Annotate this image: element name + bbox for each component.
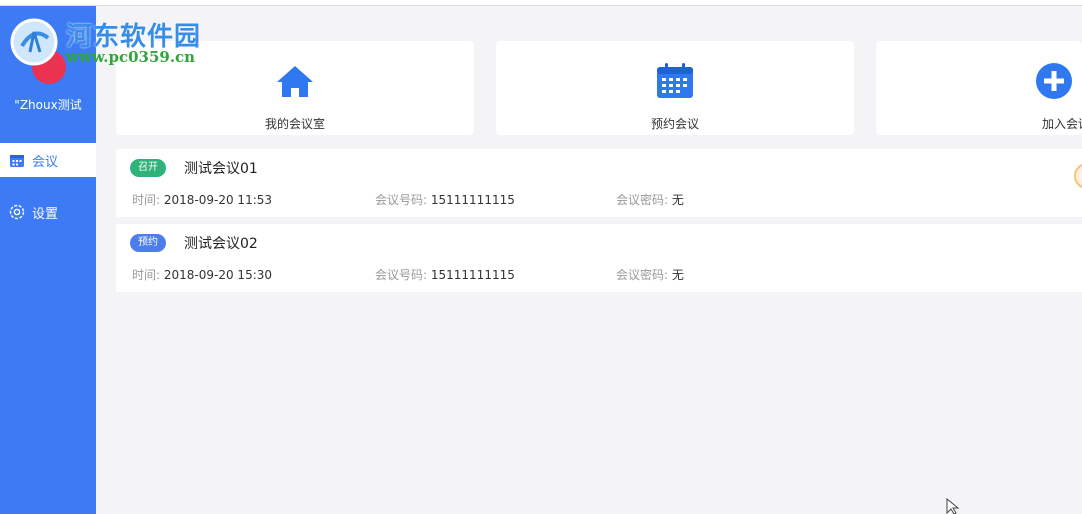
meeting-time-label: 时间: (132, 268, 161, 282)
join-meeting-label: 加入会议 (1041, 117, 1082, 131)
my-meeting-room-label: 我的会议室 (264, 117, 325, 131)
meeting-number-value: 15111111115 (430, 268, 515, 282)
plus-circle-icon (1034, 61, 1074, 101)
meeting-number-label: 会议号码: (375, 268, 428, 282)
join-meeting-button[interactable]: 加入会议 (876, 41, 1082, 135)
meeting-password-label: 会议密码: (616, 193, 669, 207)
meeting-time: 时间: 2018-09-20 15:30 (132, 266, 272, 283)
status-badge: 召开 (130, 159, 166, 177)
watermark-logo-icon (10, 18, 58, 66)
sidebar-item-settings[interactable]: 设置 (0, 195, 96, 229)
meeting-title: 测试会议01 (184, 161, 258, 177)
meeting-number-value: 15111111115 (430, 193, 515, 207)
watermark: 河东软件园 www.pc0359.cn (0, 6, 210, 70)
meeting-number: 会议号码: 15111111115 (375, 191, 515, 208)
status-badge: 预约 (130, 234, 166, 252)
username: "Zhoux测试 (14, 98, 82, 112)
meeting-number: 会议号码: 15111111115 (375, 266, 515, 283)
meeting-password: 会议密码: 无 (616, 191, 684, 208)
gear-icon (8, 203, 26, 221)
watermark-url: www.pc0359.cn (66, 48, 196, 66)
meeting-time: 时间: 2018-09-20 11:53 (132, 191, 272, 208)
meeting-list-item[interactable]: 预约 测试会议02 时间: 2018-09-20 15:30 会议号码: 151… (116, 224, 1082, 292)
sidebar: "Zhoux测试 会议 设置 (0, 6, 96, 514)
meeting-password-label: 会议密码: (616, 268, 669, 282)
schedule-meeting-label: 预约会议 (650, 117, 699, 131)
meeting-title: 测试会议02 (184, 236, 258, 252)
meeting-password-value: 无 (671, 193, 684, 207)
meeting-password: 会议密码: 无 (616, 266, 684, 283)
calendar-icon (655, 61, 695, 101)
calendar-icon (8, 151, 26, 169)
home-icon (275, 61, 315, 101)
meeting-time-value: 2018-09-20 11:53 (163, 193, 273, 207)
sidebar-item-meetings[interactable]: 会议 (0, 143, 96, 177)
mouse-cursor-icon (946, 498, 960, 514)
meeting-time-value: 2018-09-20 15:30 (163, 268, 273, 282)
schedule-meeting-button[interactable]: 预约会议 (496, 41, 854, 135)
sidebar-item-label: 会议 (32, 154, 59, 170)
main-content: 我的会议室 预约会议 加入会议 (96, 6, 1082, 514)
meeting-number-label: 会议号码: (375, 193, 428, 207)
sidebar-item-label: 设置 (32, 206, 59, 222)
meeting-list-item[interactable]: 召开 测试会议01 时间: 2018-09-20 11:53 会议号码: 151… (116, 149, 1082, 217)
meeting-password-value: 无 (671, 268, 684, 282)
meeting-time-label: 时间: (132, 193, 161, 207)
